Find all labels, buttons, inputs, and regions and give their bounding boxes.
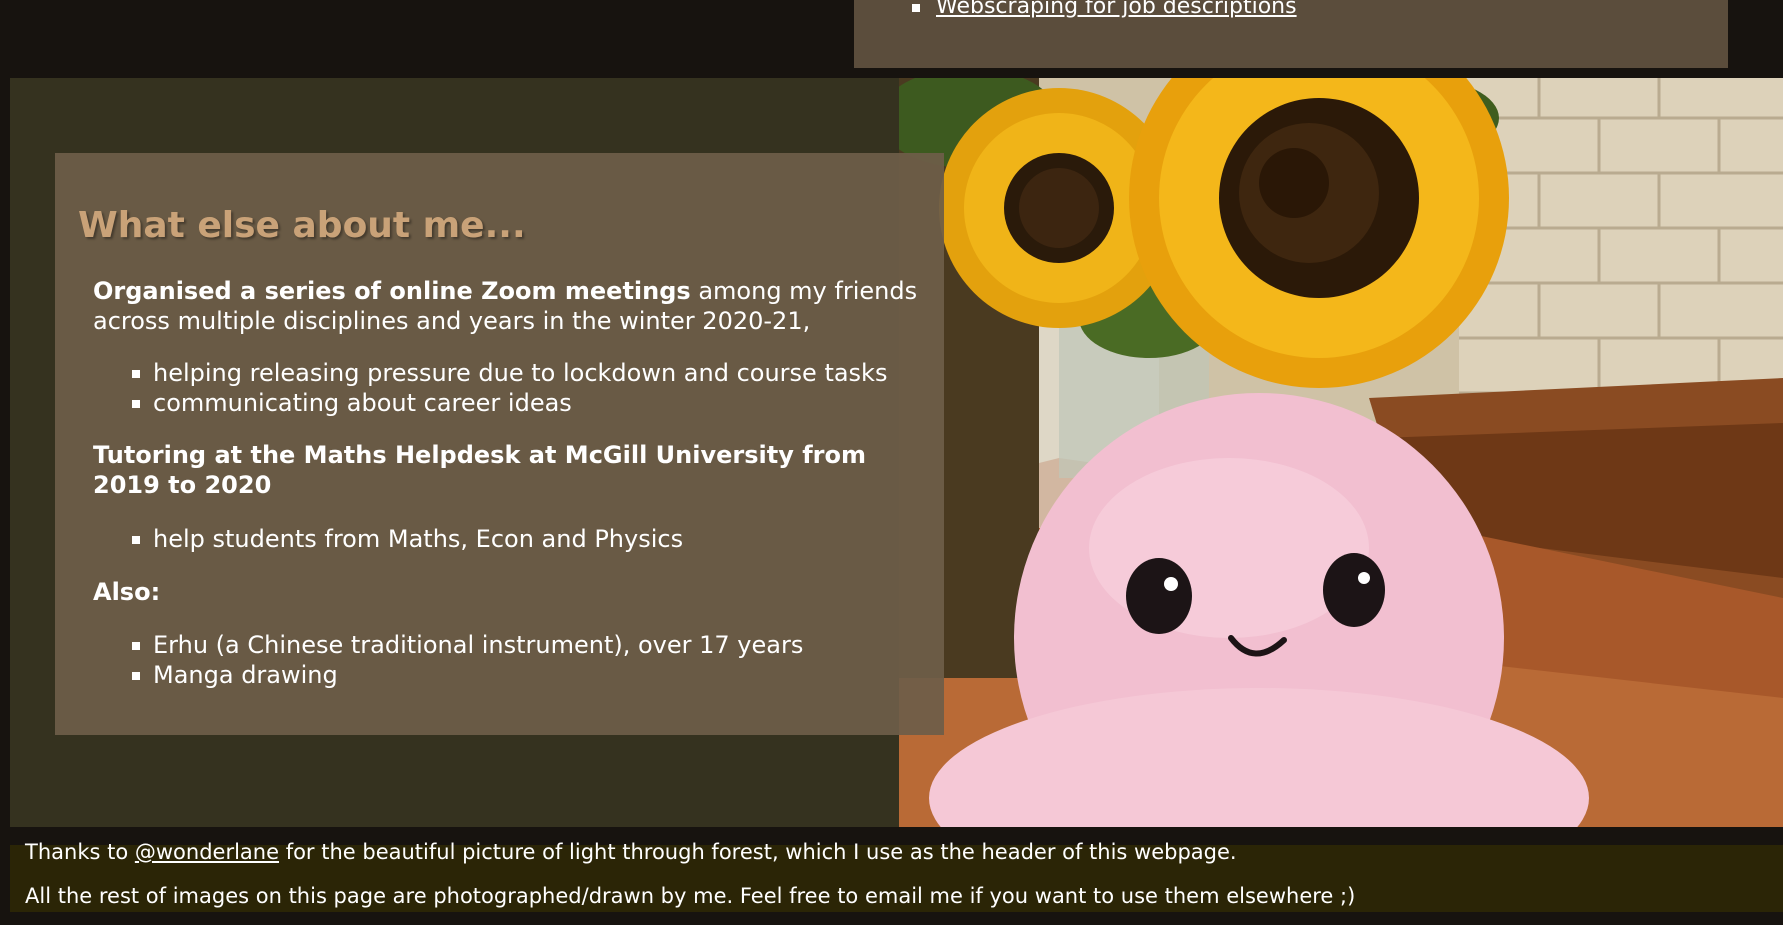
zoom-title: Organised a series of online Zoom meetin… — [93, 277, 691, 305]
list-item: helping releasing pressure due to lockdo… — [93, 358, 923, 388]
list-item: Manga drawing — [93, 660, 923, 690]
also-title: Also: — [93, 578, 161, 606]
list-item: Webscraping for job descriptions — [912, 0, 1297, 22]
list-item: Erhu (a Chinese traditional instrument),… — [93, 630, 923, 660]
about-heading: What else about me... — [78, 205, 526, 246]
also-bullets: Erhu (a Chinese traditional instrument),… — [93, 630, 923, 690]
footer-images-note: All the rest of images on this page are … — [25, 884, 1356, 908]
footer-credit-line: Thanks to @wonderlane for the beautiful … — [25, 840, 1237, 864]
webscraping-link[interactable]: Webscraping for job descriptions — [936, 0, 1297, 19]
sunflower-octopus-photo — [899, 78, 1783, 827]
footer-credit-prefix: Thanks to — [25, 840, 135, 864]
footer: Thanks to @wonderlane for the beautiful … — [10, 840, 1783, 912]
projects-card: Webscraping for job descriptions — [854, 0, 1728, 68]
footer-credit-suffix: for the beautiful picture of light throu… — [279, 840, 1237, 864]
photo-illustration — [899, 78, 1783, 827]
list-item: communicating about career ideas — [93, 388, 923, 418]
about-content: Organised a series of online Zoom meetin… — [93, 276, 923, 690]
tutoring-title: Tutoring at the Maths Helpdesk at McGill… — [93, 441, 866, 499]
about-section: What else about me... Organised a series… — [10, 78, 1783, 827]
projects-list: Webscraping for job descriptions — [912, 0, 1297, 22]
about-panel: What else about me... Organised a series… — [55, 153, 944, 735]
zoom-paragraph: Organised a series of online Zoom meetin… — [93, 276, 923, 336]
list-item: help students from Maths, Econ and Physi… — [93, 524, 923, 554]
tutoring-bullets: help students from Maths, Econ and Physi… — [93, 524, 923, 554]
wonderlane-link[interactable]: @wonderlane — [135, 840, 279, 864]
zoom-bullets: helping releasing pressure due to lockdo… — [93, 358, 923, 418]
